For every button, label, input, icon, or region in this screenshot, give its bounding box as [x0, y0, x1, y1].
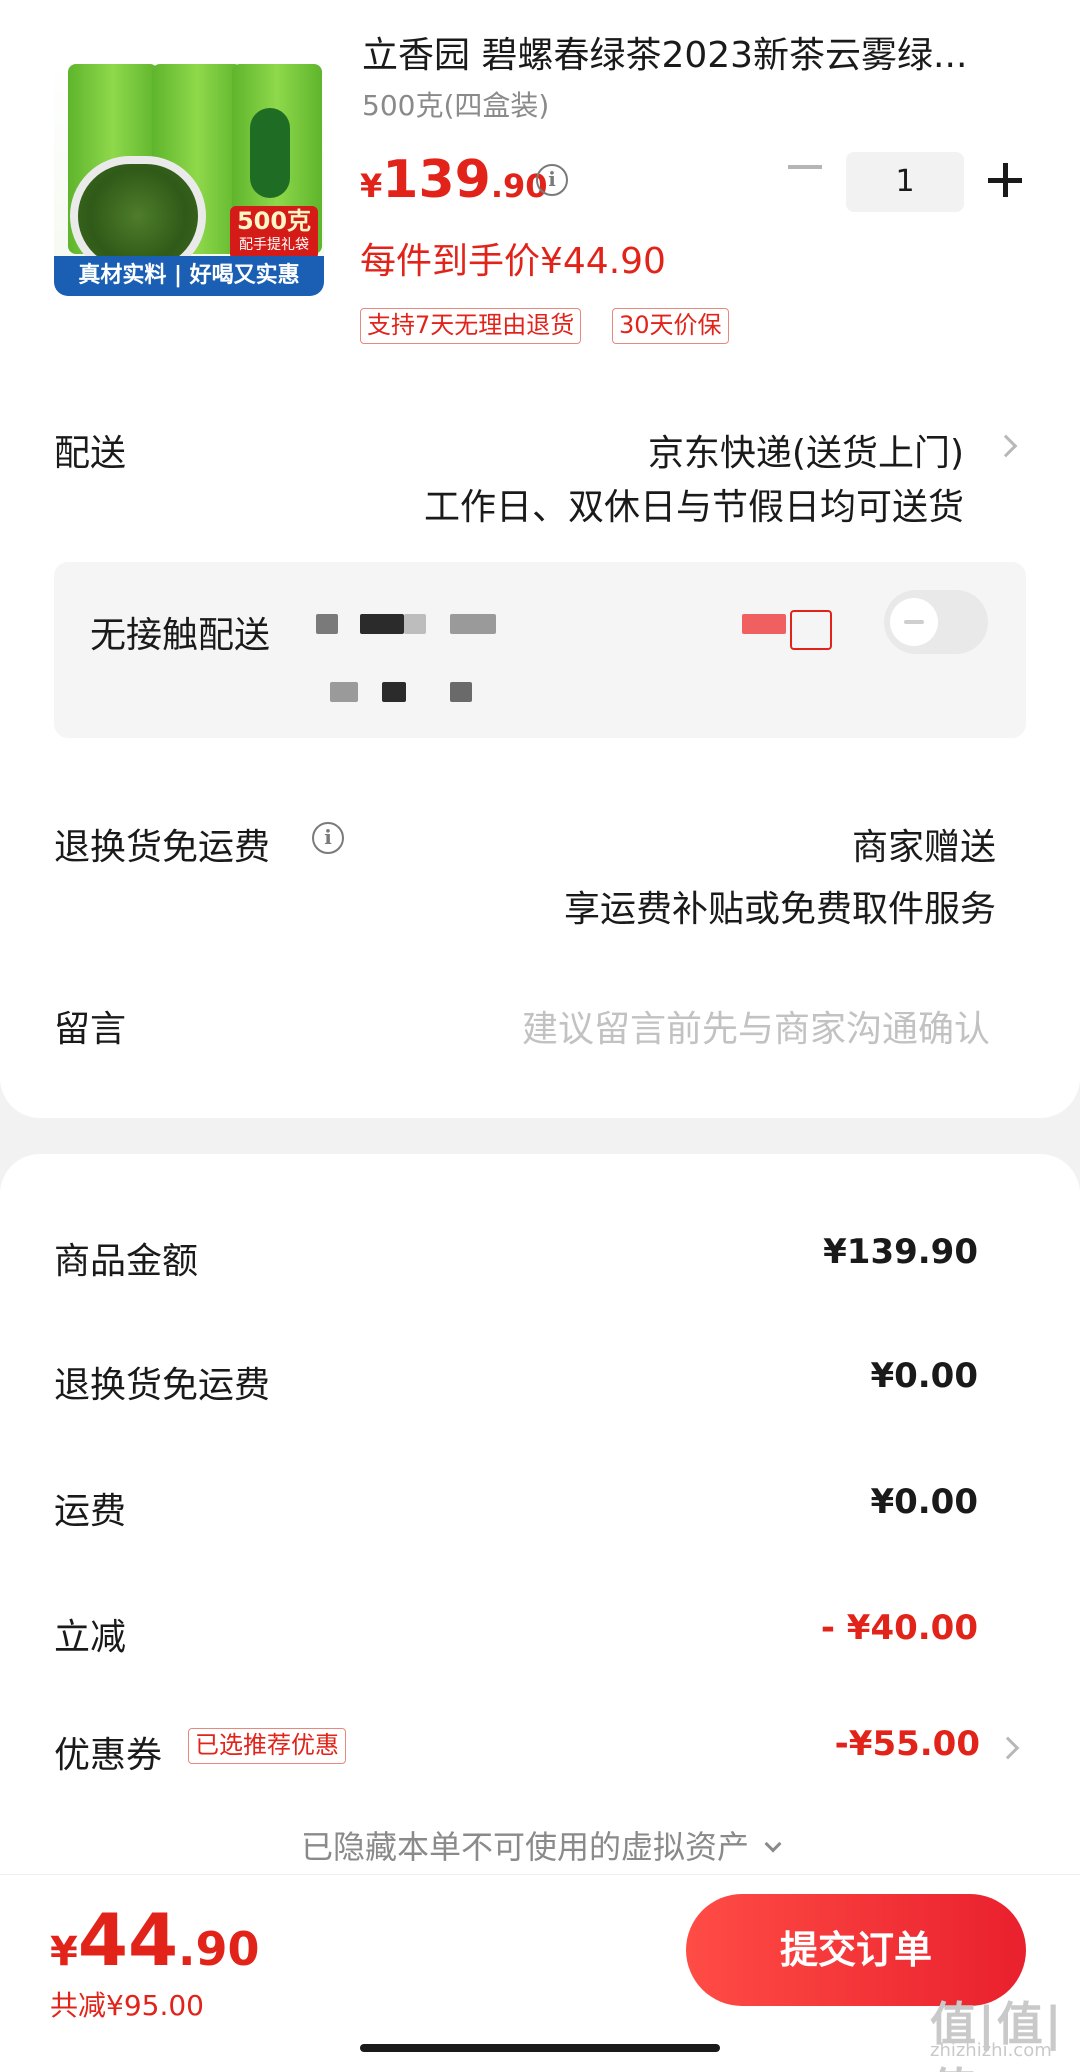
- total-integer: 44: [77, 1898, 179, 1982]
- redacted-text: [360, 614, 404, 634]
- discount-value: - ¥40.00: [820, 1608, 978, 1648]
- redacted-text: [382, 682, 406, 702]
- total-saved: 共减¥95.00: [50, 1989, 204, 2022]
- price-info-icon[interactable]: i: [536, 164, 568, 196]
- product-spec: 500克(四盒装): [362, 89, 550, 122]
- redacted-link[interactable]: [742, 614, 786, 634]
- redacted-text: [450, 614, 496, 634]
- quantity-plus-button[interactable]: [988, 163, 1022, 197]
- goods-amount-label: 商品金额: [54, 1241, 199, 1282]
- total-price: ¥44.90: [50, 1898, 260, 1982]
- redacted-text: [330, 682, 358, 702]
- product-image[interactable]: 500克 配手提礼袋 真材实料 | 好喝又实惠: [54, 58, 324, 296]
- return-fee-label: 退换货免运费: [54, 1365, 271, 1406]
- product-title[interactable]: 立香园 碧螺春绿茶2023新茶云雾绿...: [362, 34, 1022, 78]
- return-policy-tag: 支持7天无理由退货: [360, 308, 582, 344]
- product-price: ¥139.90: [360, 150, 548, 210]
- return-shipping-label: 退换货免运费: [54, 827, 271, 868]
- quantity-input[interactable]: 1: [846, 152, 964, 212]
- message-label: 留言: [54, 1009, 127, 1050]
- can-label-graphic: [250, 108, 290, 198]
- return-fee-value: ¥0.00: [870, 1356, 978, 1396]
- delivery-label: 配送: [54, 433, 127, 474]
- message-input[interactable]: 建议留言前先与商家沟通确认: [522, 1000, 990, 1052]
- discount-label: 立减: [54, 1617, 127, 1658]
- unit-price: 每件到手价¥44.90: [360, 241, 666, 282]
- chevron-down-icon: [764, 1835, 782, 1853]
- return-shipping-info-icon[interactable]: i: [312, 822, 344, 854]
- price-symbol: ¥: [360, 167, 383, 205]
- contactless-label: 无接触配送: [90, 615, 271, 656]
- image-banner: 真材实料 | 好喝又实惠: [54, 256, 324, 296]
- delivery-method[interactable]: 京东快递(送货上门): [648, 424, 964, 476]
- home-indicator[interactable]: [360, 2044, 720, 2052]
- return-shipping-value: 商家赠送: [851, 827, 996, 868]
- weight-badge-text: 500克: [236, 207, 312, 235]
- edit-icon[interactable]: [790, 610, 832, 650]
- delivery-note: 工作日、双休日与节假日均可送货: [423, 487, 964, 528]
- return-shipping-note: 享运费补贴或免费取件服务: [563, 889, 996, 930]
- total-symbol: ¥: [50, 1929, 78, 1975]
- hidden-assets-text: 已隐藏本单不可使用的虚拟资产: [300, 1828, 749, 1866]
- shipping-fee-value: ¥0.00: [870, 1482, 978, 1522]
- redacted-text: [450, 682, 472, 702]
- price-integer: 139: [382, 150, 491, 210]
- quantity-minus-button[interactable]: [788, 165, 822, 169]
- weight-badge: 500克 配手提礼袋: [230, 206, 318, 260]
- weight-badge-subtext: 配手提礼袋: [239, 237, 309, 253]
- shipping-fee-label: 运费: [54, 1491, 127, 1532]
- toggle-knob: [890, 598, 938, 646]
- coupon-label: 优惠券: [54, 1735, 163, 1776]
- hidden-assets-toggle[interactable]: 已隐藏本单不可使用的虚拟资产: [0, 1822, 1080, 1868]
- watermark-url: zhizhizhi.com: [930, 2040, 1052, 2061]
- redacted-text: [316, 614, 338, 634]
- coupon-tag: 已选推荐优惠: [188, 1728, 346, 1764]
- total-decimal: .90: [178, 1922, 260, 1976]
- coupon-value[interactable]: -¥55.00: [835, 1724, 980, 1764]
- price-protect-tag: 30天价保: [612, 308, 729, 344]
- goods-amount-value: ¥139.90: [823, 1232, 978, 1272]
- redacted-text: [404, 614, 426, 634]
